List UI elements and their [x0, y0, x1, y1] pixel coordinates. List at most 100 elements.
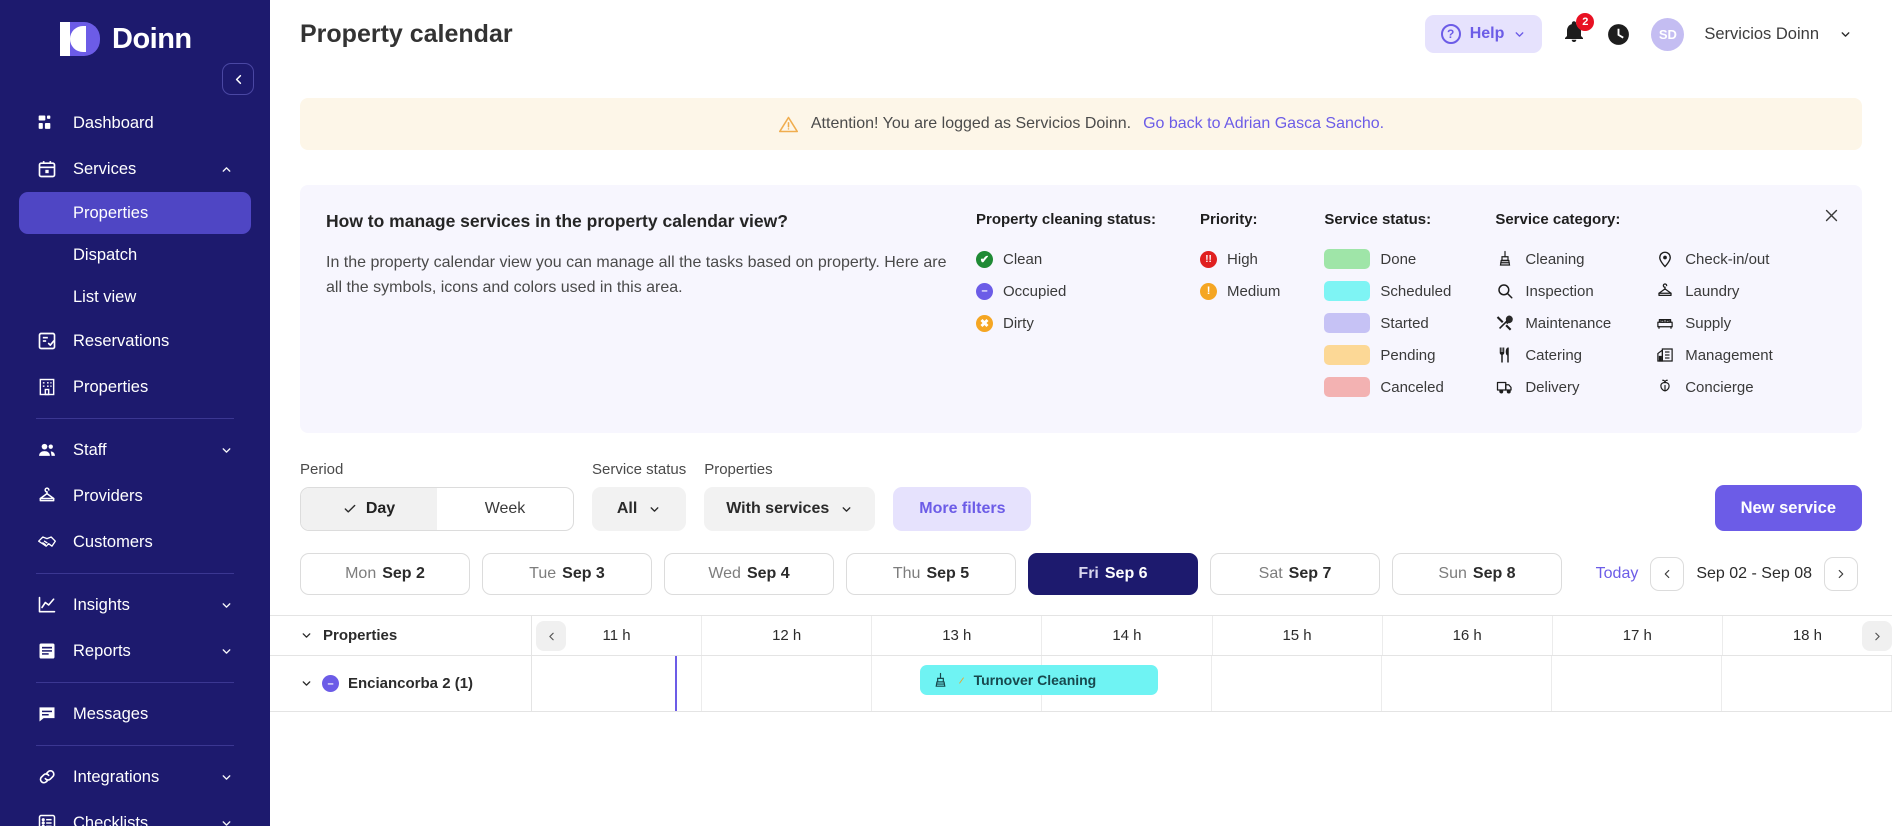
period-option-day[interactable]: Day [301, 488, 437, 530]
legend-item: – Occupied [976, 275, 1156, 307]
track-cell[interactable] [1382, 656, 1552, 711]
properties-label: Properties [704, 461, 773, 478]
day-tab-sun[interactable]: Sun Sep 8 [1392, 553, 1562, 595]
high-priority-icon: !! [1200, 250, 1218, 268]
legend-item: ! Medium [1200, 275, 1280, 307]
service-status-filter: Service status All [592, 461, 687, 531]
sidebar-item-properties[interactable]: Properties [19, 364, 251, 410]
track-cell[interactable] [1552, 656, 1722, 711]
done-status-swatch [1324, 249, 1371, 269]
sidebar-item-services[interactable]: Services [19, 146, 251, 192]
new-service-button[interactable]: New service [1714, 485, 1862, 531]
legend-item-label: Scheduled [1380, 282, 1452, 300]
broom-icon [1495, 249, 1515, 269]
track-cell[interactable] [702, 656, 872, 711]
sidebar-item-customers[interactable]: Customers [19, 519, 251, 565]
day-tab-date: Sep 7 [1288, 565, 1332, 582]
more-filters-button[interactable]: More filters [893, 487, 1032, 531]
sidebar-divider [36, 418, 234, 419]
hours-header: 11 h 12 h 13 h 14 h 15 h 16 h 17 h 18 h [532, 616, 1892, 655]
sidebar-item-label: Insights [73, 595, 130, 614]
legend-item-label: Started [1380, 314, 1429, 332]
legend-item: Concierge [1655, 371, 1773, 403]
checklist-icon [36, 812, 58, 826]
hour-cell: 15 h [1213, 616, 1383, 655]
started-status-swatch [1324, 313, 1371, 333]
avatar[interactable]: SD [1651, 17, 1685, 51]
properties-dropdown[interactable]: With services [704, 487, 876, 531]
sidebar-item-dashboard[interactable]: Dashboard [19, 100, 251, 146]
brand-name: Doinn [112, 22, 192, 55]
date-range-label: Sep 02 - Sep 08 [1696, 565, 1812, 582]
sidebar-item-reservations[interactable]: Reservations [19, 318, 251, 364]
legend-item-label: Maintenance [1525, 314, 1612, 332]
notifications-button[interactable]: 2 [1562, 12, 1595, 49]
scroll-hours-left-button[interactable] [536, 621, 566, 651]
property-row-label[interactable]: – Enciancorba 2 (1) [270, 656, 532, 711]
sidebar-item-list-view[interactable]: List view [19, 276, 251, 318]
day-tab-wed[interactable]: Wed Sep 4 [664, 553, 834, 595]
day-tab-mon[interactable]: Mon Sep 2 [300, 553, 470, 595]
service-status-dropdown[interactable]: All [592, 487, 687, 531]
today-button[interactable]: Today [1596, 565, 1639, 583]
sidebar-item-label: Dashboard [73, 113, 154, 132]
close-icon[interactable] [1823, 207, 1840, 224]
legend-priority: Priority: !! High ! Medium [1200, 211, 1324, 403]
scroll-hours-right-button[interactable] [1862, 621, 1892, 651]
day-tab-thu[interactable]: Thu Sep 5 [846, 553, 1016, 595]
legend-title: How to manage services in the property c… [326, 211, 788, 231]
track-cell[interactable] [1212, 656, 1382, 711]
sidebar-item-label: Checklists [73, 813, 149, 826]
properties-column-header[interactable]: Properties [270, 616, 532, 655]
legend-item: Inspection [1495, 275, 1611, 307]
properties-value: With services [726, 500, 830, 517]
legend-item: Done [1324, 243, 1451, 275]
calendar-icon [36, 158, 58, 180]
day-tab-date: Sep 8 [1472, 565, 1516, 582]
sidebar-item-label: Properties [73, 377, 149, 396]
sidebar-item-messages[interactable]: Messages [19, 691, 251, 737]
sidebar-item-integrations[interactable]: Integrations [19, 754, 251, 800]
sidebar-item-label: Customers [73, 532, 153, 551]
next-week-button[interactable] [1824, 557, 1858, 591]
sidebar-item-label: Reservations [73, 331, 170, 350]
legend-item-label: Concierge [1685, 378, 1754, 396]
sidebar-item-staff[interactable]: Staff [19, 427, 251, 473]
sidebar: Doinn Dashboard Services Properties Disp… [0, 0, 270, 826]
sidebar-item-dispatch[interactable]: Dispatch [19, 234, 251, 276]
chevron-left-icon [548, 632, 554, 640]
history-button[interactable] [1606, 22, 1631, 47]
alert-link[interactable]: Go back to Adrian Gasca Sancho. [1143, 115, 1384, 133]
chevron-down-icon [220, 770, 234, 784]
period-option-week[interactable]: Week [437, 488, 573, 530]
chevron-down-icon [302, 681, 311, 686]
sidebar-item-reports[interactable]: Reports [19, 628, 251, 674]
sidebar-item-insights[interactable]: Insights [19, 582, 251, 628]
pending-status-swatch [1324, 345, 1371, 365]
sidebar-collapse-button[interactable] [222, 63, 254, 95]
hour-cell: 13 h [872, 616, 1043, 655]
hour-cell: 14 h [1042, 616, 1213, 655]
tools-icon [1495, 313, 1515, 333]
legend-item-label: Supply [1685, 314, 1732, 332]
calendar-event[interactable]: Turnover Cleaning [919, 665, 1158, 695]
sidebar-item-checklists[interactable]: Checklists [19, 800, 251, 826]
service-status-label: Service status [592, 461, 687, 478]
day-tab-tue[interactable]: Tue Sep 3 [482, 553, 652, 595]
chevron-down-icon[interactable] [1839, 28, 1852, 41]
day-tab-fri[interactable]: Fri Sep 6 [1028, 553, 1198, 595]
calendar-event-title: Turnover Cleaning [973, 672, 1097, 688]
legend-item-label: Dirty [1003, 314, 1034, 332]
day-tab-sat[interactable]: Sat Sep 7 [1210, 553, 1380, 595]
previous-week-button[interactable] [1650, 557, 1685, 591]
day-tab-dow: Tue [529, 565, 557, 582]
legend-item: Check-in/out [1655, 243, 1773, 275]
building-icon [36, 376, 58, 398]
help-button[interactable]: ? Help [1424, 15, 1543, 53]
sidebar-subitem-label: Dispatch [73, 245, 138, 264]
sidebar-item-providers[interactable]: Providers [19, 473, 251, 519]
sidebar-divider [36, 682, 234, 683]
sidebar-item-properties-services[interactable]: Properties [19, 192, 251, 234]
track-cell[interactable] [1722, 656, 1892, 711]
legend-item: Management [1655, 339, 1773, 371]
